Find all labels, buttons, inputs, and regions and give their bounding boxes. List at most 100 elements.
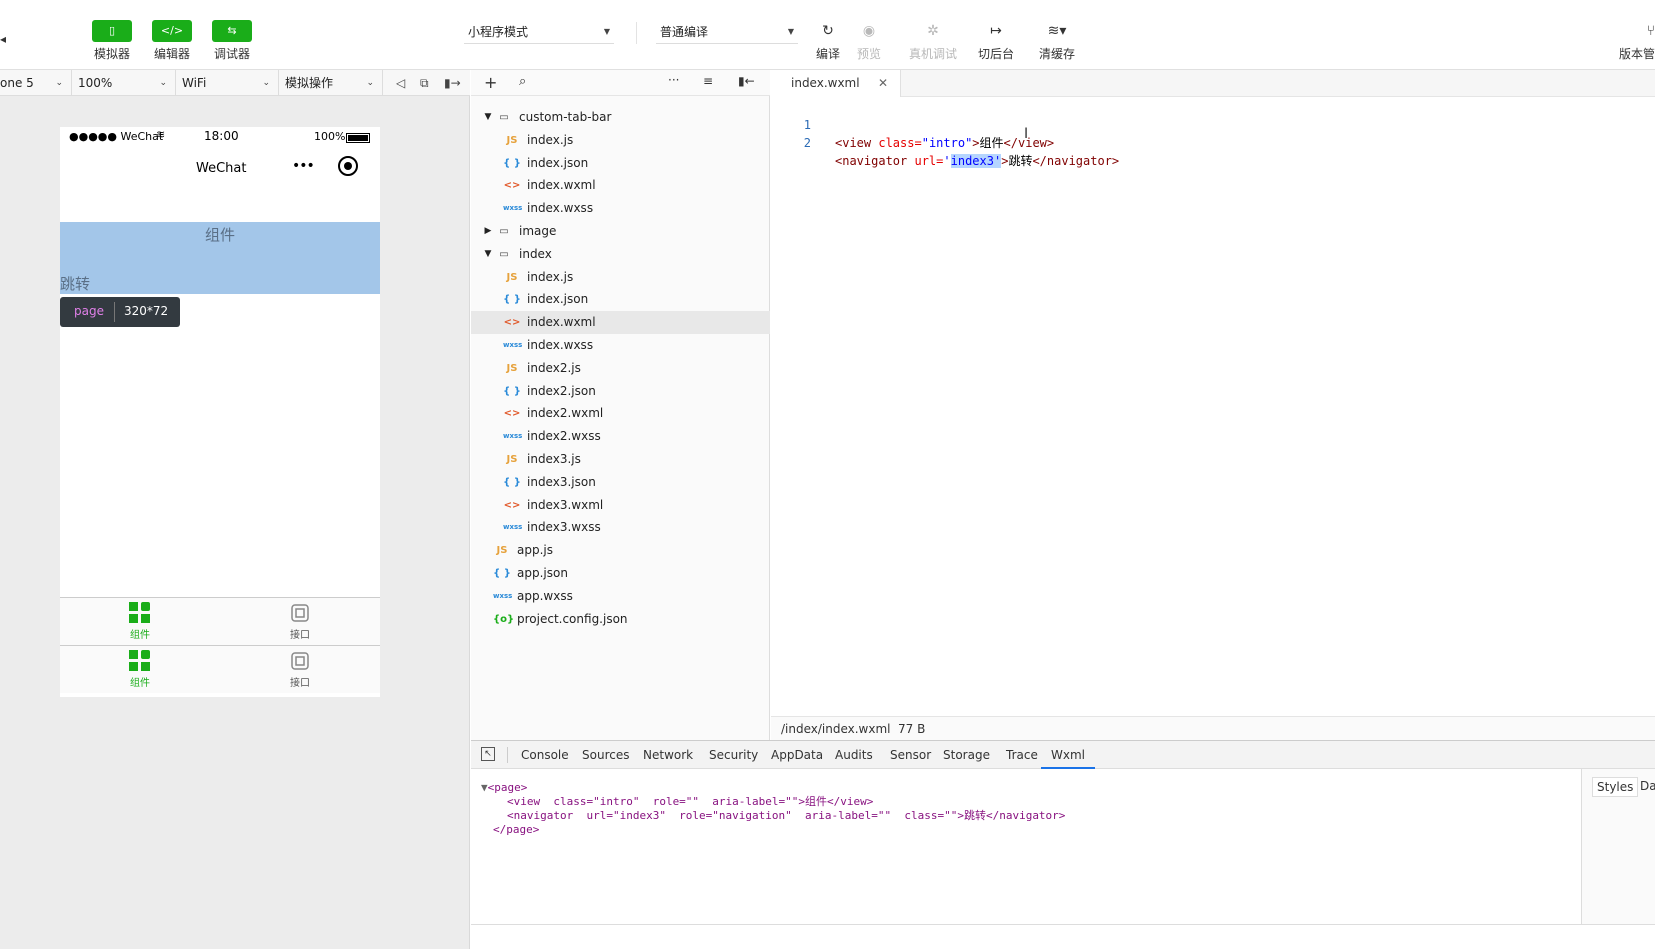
zoom-select[interactable]: 100% ⌄ [72, 70, 176, 96]
remote-debug-button[interactable]: ✲ 真机调试 [908, 20, 958, 62]
tab-appdata[interactable]: AppData [771, 741, 823, 769]
divider [114, 302, 115, 322]
tree-file[interactable]: { } index.json [471, 152, 770, 175]
tree-file[interactable]: <> index2.wxml [471, 402, 770, 425]
tab-components[interactable]: 组件 [60, 598, 220, 646]
hide-panel-icon[interactable]: ▮← [738, 74, 755, 88]
tree-file[interactable]: { } index.json [471, 288, 770, 311]
tab-network[interactable]: Network [643, 741, 693, 769]
tree-file[interactable]: JS app.js [471, 539, 770, 562]
tree-folder[interactable]: ▼ ▭ index [471, 243, 770, 266]
clear-cache-label: 清缓存 [1038, 47, 1075, 61]
tree-file[interactable]: <> index.wxml [471, 174, 770, 197]
debugger-button[interactable]: ⇆ 调试器 [202, 20, 262, 62]
wxss-file-icon: wxss [493, 591, 513, 600]
tab-components[interactable]: 组件 [60, 646, 220, 694]
tree-file[interactable]: JS index2.js [471, 357, 770, 380]
tab-label: 接口 [290, 678, 310, 689]
tree-item-label: project.config.json [517, 611, 628, 626]
code-token: <navigator [835, 154, 915, 168]
more-icon[interactable]: ••• [292, 158, 315, 174]
tab-storage[interactable]: Storage [943, 741, 990, 769]
mode-select[interactable]: 小程序模式 ▼ [464, 20, 614, 44]
background-label: 切后台 [977, 47, 1014, 61]
code-token: ' [943, 154, 951, 168]
add-icon[interactable]: + [484, 73, 497, 92]
tab-index-wxml[interactable]: index.wxml ✕ [771, 70, 901, 97]
editor-label: 编辑器 [153, 47, 190, 61]
phone-status-bar: ●●●●● WeChat ≋ 18:00 100% [60, 127, 380, 147]
detach-window-icon[interactable]: ⧉ [420, 70, 429, 96]
wxml-node-page[interactable]: ▼<page> [481, 781, 527, 795]
tree-folder[interactable]: ▶ ▭ image [471, 220, 770, 243]
editor-button[interactable]: </> 编辑器 [142, 20, 202, 62]
wxml-node-navigator[interactable]: <navigator url="index3" role="navigation… [507, 809, 1065, 823]
avatar-icon[interactable]: ◂ [0, 32, 6, 46]
tree-file[interactable]: wxss app.wxss [471, 585, 770, 608]
operation-select[interactable]: 模拟操作 ⌄ [279, 70, 383, 96]
compile-select[interactable]: 普通编译 ▼ [656, 20, 798, 44]
tab-dataset[interactable]: Dat [1640, 779, 1655, 793]
battery-text: 100% [314, 130, 346, 143]
tree-file[interactable]: JS index.js [471, 129, 770, 152]
tree-file[interactable]: JS index3.js [471, 448, 770, 471]
collapse-icon[interactable]: ≡ [703, 74, 713, 88]
tree-file[interactable]: wxss index2.wxss [471, 425, 770, 448]
tree-file[interactable]: <> index.wxml [471, 311, 770, 335]
tab-sensor[interactable]: Sensor [890, 741, 931, 769]
devtools-tabs: ↖ Console Sources Network Security AppData Au… [471, 741, 1655, 769]
tab-trace[interactable]: Trace [1006, 741, 1038, 769]
capsule-close-icon[interactable] [338, 156, 358, 176]
intro-view[interactable]: 组件 跳转 [60, 222, 380, 294]
network-select[interactable]: WiFi ⌄ [176, 70, 279, 96]
tab-sources[interactable]: Sources [582, 741, 629, 769]
tab-api[interactable]: 接口 [220, 598, 380, 646]
tab-wxml[interactable]: Wxml [1041, 741, 1095, 769]
code-line[interactable]: 2 <navigator url='index3' > 跳转</navigator> [771, 116, 1655, 168]
more-icon[interactable]: ··· [668, 73, 679, 87]
remote-debug-label: 真机调试 [908, 47, 957, 61]
preview-button[interactable]: ◉ 预览 [845, 20, 893, 62]
wxml-file-icon: <> [503, 408, 521, 420]
tree-file[interactable]: wxss index.wxss [471, 334, 770, 357]
simulator-panel: one 5 ⌄ 100% ⌄ WiFi ⌄ 模拟操作 ⌄ ◁ ⧉ ▮→ ●●●●… [0, 70, 470, 949]
intro-text: 组件 [204, 226, 235, 244]
tree-file[interactable]: wxss index.wxss [471, 197, 770, 220]
code-line[interactable]: 1 <view class="intro">组件</view> [771, 98, 1655, 150]
simulator-toolbar: one 5 ⌄ 100% ⌄ WiFi ⌄ 模拟操作 ⌄ ◁ ⧉ ▮→ [0, 70, 470, 96]
tab-audits[interactable]: Audits [835, 741, 873, 769]
tab-label: 组件 [130, 678, 150, 689]
volume-icon[interactable]: ◁ [396, 70, 405, 96]
json-file-icon: { } [503, 385, 521, 397]
tree-file[interactable]: JS index.js [471, 266, 770, 289]
background-button[interactable]: ↦ 切后台 [972, 20, 1020, 62]
device-select[interactable]: one 5 ⌄ [0, 70, 72, 96]
tab-styles[interactable]: Styles [1592, 777, 1639, 797]
wxml-file-icon: <> [503, 180, 521, 192]
clear-cache-button[interactable]: ≋▾ 清缓存 [1032, 20, 1082, 62]
phone-icon: ▯ [92, 20, 132, 42]
search-icon[interactable]: ⌕ [519, 74, 526, 89]
close-icon[interactable]: ✕ [878, 70, 888, 97]
tree-file[interactable]: <> index3.wxml [471, 494, 770, 517]
navigator-link[interactable]: 跳转 [60, 273, 90, 294]
tree-item-label: index.js [527, 132, 574, 147]
code-token: class= [878, 136, 922, 150]
caret-down-icon: ▼ [603, 27, 610, 36]
tab-api[interactable]: 接口 [220, 646, 380, 694]
dock-right-icon[interactable]: ▮→ [444, 70, 461, 96]
wxml-node-view[interactable]: <view class="intro" role="" aria-label="… [507, 795, 873, 809]
version-button[interactable]: ⑂ 版本管 [1610, 20, 1655, 62]
tree-file[interactable]: { } index2.json [471, 380, 770, 403]
simulator-button[interactable]: ▯ 模拟器 [82, 20, 142, 62]
tree-file[interactable]: { } index3.json [471, 471, 770, 494]
top-toolbar: ◂ ▯ 模拟器 </> 编辑器 ⇆ 调试器 小程序模式 ▼ 普通编译 ▼ ↻ 编… [0, 0, 1655, 70]
tab-security[interactable]: Security [709, 741, 758, 769]
inspect-element-icon[interactable]: ↖ [481, 747, 495, 761]
js-file-icon: JS [506, 362, 518, 374]
tree-file[interactable]: {o} project.config.json [471, 608, 770, 631]
tree-file[interactable]: { } app.json [471, 562, 770, 585]
tab-console[interactable]: Console [521, 741, 569, 769]
tree-folder[interactable]: ▼ ▭ custom-tab-bar [471, 106, 770, 129]
tree-file[interactable]: wxss index3.wxss [471, 516, 770, 539]
